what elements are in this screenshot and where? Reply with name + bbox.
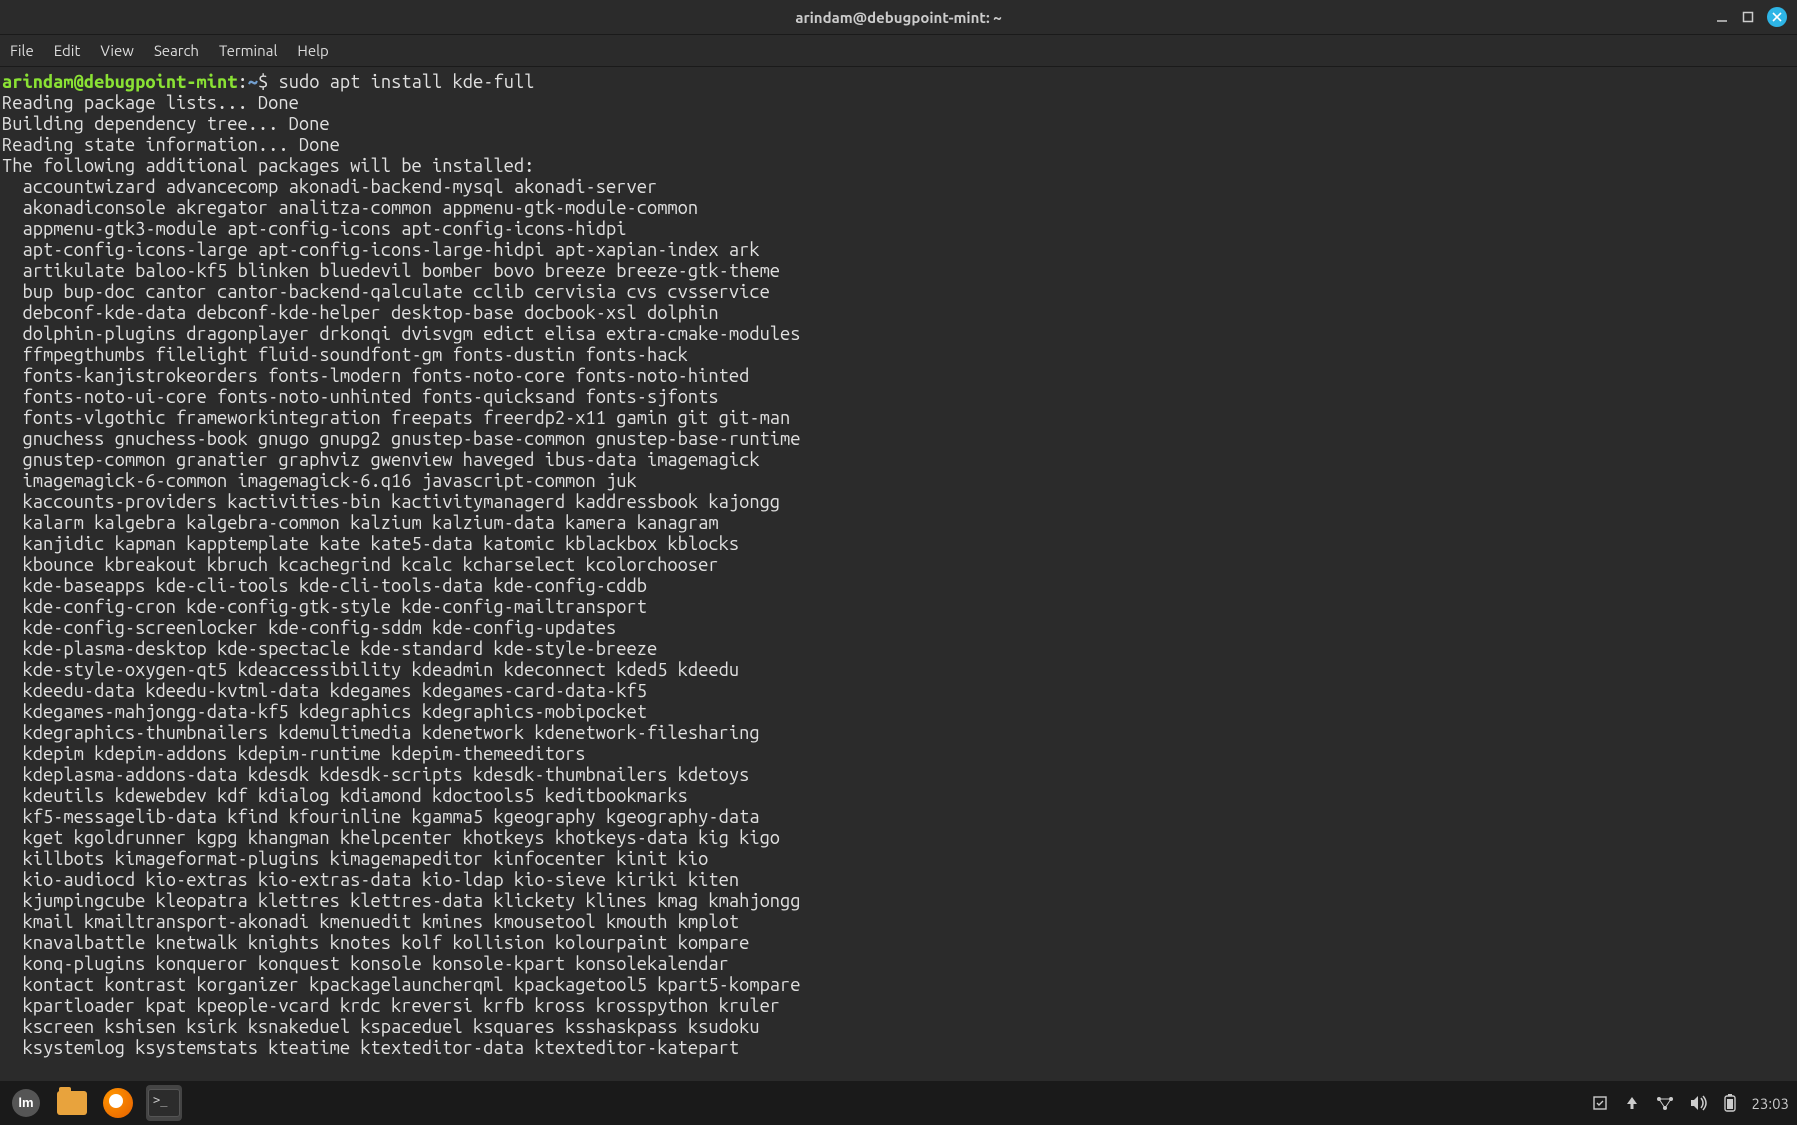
close-button[interactable] — [1767, 7, 1787, 27]
terminal-launcher[interactable] — [146, 1085, 182, 1121]
titlebar: arindam@debugpoint-mint: ~ — [0, 0, 1797, 35]
window-controls — [1715, 7, 1787, 27]
menu-terminal[interactable]: Terminal — [219, 42, 277, 59]
prompt-path: ~ — [248, 72, 258, 92]
menu-search[interactable]: Search — [154, 42, 199, 59]
mint-logo-icon: lm — [12, 1089, 40, 1117]
menu-edit[interactable]: Edit — [54, 42, 81, 59]
menu-file[interactable]: File — [10, 42, 34, 59]
volume-icon[interactable] — [1689, 1094, 1709, 1112]
prompt-user: arindam — [2, 72, 74, 92]
network-icon[interactable] — [1655, 1094, 1675, 1112]
files-launcher[interactable] — [54, 1085, 90, 1121]
terminal-output[interactable]: arindam@debugpoint-mint:~$ sudo apt inst… — [0, 67, 1797, 1059]
output-lines: Reading package lists... Done Building d… — [2, 93, 801, 1058]
updates-icon[interactable] — [1591, 1094, 1609, 1112]
firefox-icon — [103, 1088, 133, 1118]
folder-icon — [57, 1091, 87, 1115]
window-title: arindam@debugpoint-mint: ~ — [795, 9, 1001, 26]
menu-help[interactable]: Help — [297, 42, 328, 59]
system-tray: 23:03 — [1591, 1093, 1789, 1113]
maximize-button[interactable] — [1741, 10, 1755, 24]
taskbar: lm 23:03 — [0, 1081, 1797, 1125]
taskbar-left: lm — [8, 1085, 182, 1121]
removable-drives-icon[interactable] — [1623, 1094, 1641, 1112]
menubar: File Edit View Search Terminal Help — [0, 35, 1797, 67]
svg-text:lm: lm — [18, 1095, 33, 1110]
firefox-launcher[interactable] — [100, 1085, 136, 1121]
command: sudo apt install kde-full — [278, 72, 534, 92]
prompt-host: debugpoint-mint — [84, 72, 238, 92]
battery-icon[interactable] — [1723, 1093, 1737, 1113]
prompt-symbol: $ — [258, 72, 268, 92]
minimize-button[interactable] — [1715, 10, 1729, 24]
terminal-icon — [148, 1089, 180, 1117]
clock[interactable]: 23:03 — [1751, 1095, 1789, 1112]
menu-button[interactable]: lm — [8, 1085, 44, 1121]
menu-view[interactable]: View — [100, 42, 134, 59]
